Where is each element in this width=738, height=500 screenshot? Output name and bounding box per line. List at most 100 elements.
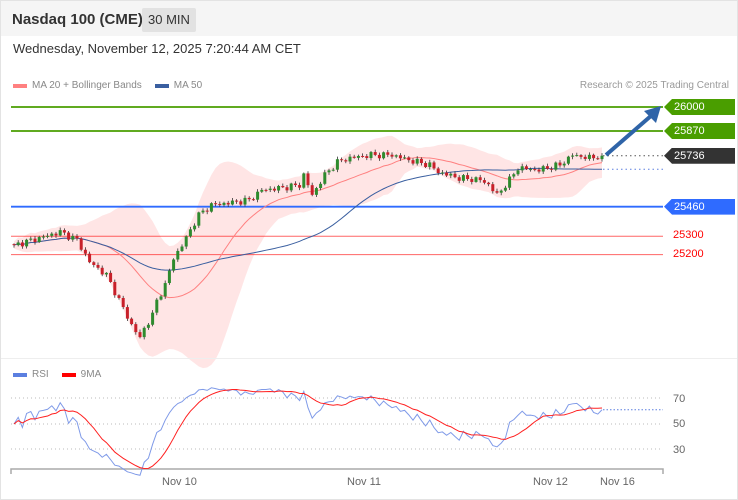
rsi-swatch [13, 372, 27, 377]
candle-down [537, 169, 541, 172]
candle-down [100, 267, 104, 275]
candle-up [600, 155, 604, 160]
candle-up [520, 166, 524, 171]
candle-down [558, 162, 562, 166]
candle-down [457, 177, 461, 181]
candle-down [293, 183, 297, 186]
candle-down [251, 199, 255, 201]
candle-down [407, 157, 411, 161]
candle-down [533, 169, 537, 171]
candle-up [193, 225, 197, 230]
candle-down [340, 159, 344, 161]
candle-down [298, 185, 302, 188]
candle-up [159, 296, 163, 300]
candle-down [306, 173, 310, 186]
x-label-nov11: Nov 11 [347, 476, 382, 488]
candle-down [134, 324, 138, 333]
candle-up [243, 197, 247, 205]
candle-up [46, 235, 50, 237]
candle-down [272, 188, 276, 191]
candle-down [264, 189, 268, 191]
candle-down [524, 166, 528, 170]
candle-down [235, 200, 239, 202]
x-axis [10, 468, 664, 474]
candle-up [180, 246, 184, 251]
candle-up [508, 176, 512, 188]
candle-up [554, 162, 558, 170]
candle-down [83, 249, 87, 254]
candle-down [344, 160, 348, 162]
candle-up [197, 212, 201, 226]
candle-up [260, 189, 264, 192]
candle-up [461, 175, 465, 181]
candle-down [453, 173, 457, 178]
candle-down [491, 184, 495, 192]
candle-up [541, 166, 545, 172]
rsi-tick-50: 50 [673, 418, 686, 430]
level-label-25460: 25460 [664, 198, 735, 215]
candle-up [575, 155, 579, 157]
candle-down [596, 158, 600, 160]
candle-down [96, 264, 100, 268]
candle-down [470, 179, 474, 182]
level-label-26000: 26000 [664, 99, 735, 115]
candle-up [256, 191, 260, 200]
candle-down [113, 281, 117, 296]
candle-down [125, 307, 129, 319]
candle-down [79, 238, 83, 250]
rsi-tick-70: 70 [673, 393, 686, 405]
candle-up [58, 230, 62, 236]
candle-up [151, 312, 155, 325]
forecast-arrow-shaft [604, 113, 654, 157]
candle-down [583, 156, 587, 159]
candle-up [172, 259, 176, 271]
candle-up [516, 170, 520, 175]
bollinger-band [14, 135, 602, 369]
candle-up [499, 190, 503, 193]
candle-up [188, 229, 192, 237]
rsi-line [13, 387, 603, 476]
candle-up [71, 236, 75, 240]
candle-down [117, 295, 121, 298]
candle-down [361, 155, 365, 157]
candle-up [566, 156, 570, 164]
candle-down [310, 185, 314, 195]
candle-down [247, 197, 251, 200]
candle-up [356, 155, 360, 158]
candle-up [449, 173, 453, 176]
level-label-25736: 25736 [664, 147, 735, 164]
rsi-ma-swatch [61, 372, 76, 377]
candle-up [176, 250, 180, 260]
candle-down [365, 156, 369, 159]
candle-up [50, 233, 54, 236]
candle-down [592, 154, 596, 159]
rsi-ma-legend-label: 9MA [80, 369, 102, 380]
candle-down [478, 177, 482, 181]
candle-up [230, 200, 234, 205]
candle-up [104, 272, 108, 275]
candle-up [415, 158, 419, 164]
candle-down [67, 232, 71, 240]
candle-up [323, 172, 327, 184]
candle-down [373, 152, 377, 155]
candle-up [335, 159, 339, 170]
candle-down [205, 210, 209, 212]
level-label-25200: 25200 [673, 247, 704, 260]
candle-down [239, 201, 243, 205]
candle-up [184, 236, 188, 247]
price-chart [10, 106, 664, 476]
x-label-nov12: Nov 12 [533, 476, 568, 488]
candle-up [222, 202, 226, 205]
candle-up [201, 210, 205, 213]
candle-down [281, 185, 285, 188]
candle-up [512, 174, 516, 177]
candle-up [302, 173, 306, 188]
candle-down [579, 155, 583, 157]
candle-down [398, 155, 402, 159]
candle-up [369, 152, 373, 159]
candle-down [436, 168, 440, 174]
candle-up [289, 183, 293, 191]
candle-down [419, 158, 423, 164]
candle-down [214, 203, 218, 205]
candle-down [424, 163, 428, 168]
